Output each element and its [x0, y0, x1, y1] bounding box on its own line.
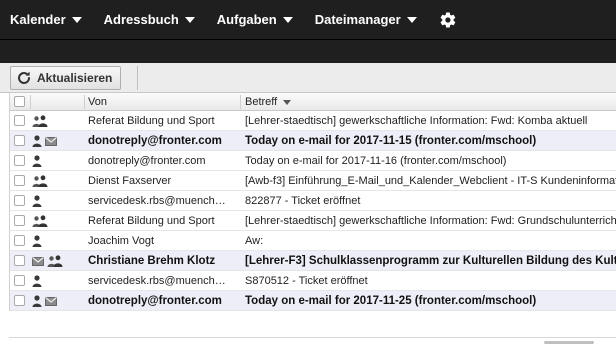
select-all-checkbox[interactable] — [14, 96, 25, 107]
message-subject: Today on e-mail for 2017-11-25 (fronter.… — [245, 295, 537, 307]
message-type-icons — [32, 114, 48, 128]
message-rows: Referat Bildung und Sport [Lehrer-staedti… — [10, 111, 616, 311]
row-checkbox[interactable] — [14, 195, 25, 206]
message-sender: Dienst Faxserver — [88, 175, 172, 187]
nav-dateimanager-label: Dateimanager — [314, 12, 401, 27]
row-checkbox[interactable] — [14, 295, 25, 306]
message-row[interactable]: Christiane Brehm Klotz [Lehrer-F3] Schulk… — [10, 251, 616, 271]
message-type-icons — [32, 274, 42, 288]
message-row[interactable]: donotreply@fronter.com Today on e-mail fo… — [10, 151, 616, 171]
refresh-icon — [18, 71, 30, 84]
message-subject: Today on e-mail for 2017-11-15 (fronter.… — [245, 135, 537, 147]
message-row[interactable]: Referat Bildung und Sport [Lehrer-staedti… — [10, 111, 616, 131]
chevron-down-icon — [282, 17, 293, 23]
message-subject: 822877 - Ticket eröffnet — [245, 195, 361, 207]
group-icon — [47, 255, 63, 267]
row-checkbox[interactable] — [14, 175, 25, 186]
envelope-icon — [45, 136, 57, 146]
column-divider — [84, 95, 85, 109]
message-subject: Today on e-mail for 2017-11-16 (fronter.… — [245, 155, 507, 167]
sub-header-bar — [0, 40, 616, 63]
message-row[interactable]: donotreply@fronter.com Today on e-mail fo… — [10, 291, 616, 311]
column-divider — [240, 95, 241, 109]
message-row[interactable]: Referat Bildung und Sport [Lehrer-staedti… — [10, 211, 616, 231]
group-icon — [32, 115, 48, 127]
nav-adressbuch-label: Adressbuch — [103, 12, 179, 27]
message-sender: Referat Bildung und Sport — [88, 115, 215, 127]
row-checkbox[interactable] — [14, 215, 25, 226]
message-row[interactable]: servicedesk.rbs@muench… S870512 - Ticket … — [10, 271, 616, 291]
message-subject: Aw: — [245, 235, 264, 247]
message-type-icons — [32, 254, 63, 268]
nav-aufgaben-label: Aufgaben — [216, 12, 277, 27]
chevron-down-icon — [71, 17, 82, 23]
person-icon — [32, 295, 42, 307]
nav-kalender-label: Kalender — [10, 12, 66, 27]
message-type-icons — [32, 134, 57, 148]
message-type-icons — [32, 154, 42, 168]
person-icon — [32, 235, 42, 247]
message-row[interactable]: servicedesk.rbs@muench… 822877 - Ticket e… — [10, 191, 616, 211]
person-icon — [32, 275, 42, 287]
message-list: Von Betreff Referat Bildung und Sport [Le… — [9, 93, 616, 311]
message-sender: Referat Bildung und Sport — [88, 215, 215, 227]
group-icon — [32, 175, 48, 187]
column-header-from[interactable]: Von — [88, 93, 238, 111]
message-sender: servicedesk.rbs@muench… — [88, 195, 226, 207]
refresh-button[interactable]: Aktualisieren — [10, 66, 122, 90]
row-checkbox[interactable] — [14, 115, 25, 126]
group-icon — [32, 215, 48, 227]
person-icon — [32, 195, 42, 207]
message-subject: S870512 - Ticket eröffnet — [245, 275, 368, 287]
message-sender: donotreply@fronter.com — [88, 135, 222, 147]
column-divider — [30, 95, 31, 109]
toolbar-divider — [137, 66, 138, 90]
message-type-icons — [32, 294, 57, 308]
nav-adressbuch[interactable]: Adressbuch — [104, 12, 195, 27]
envelope-icon — [32, 256, 44, 266]
message-sender: Christiane Brehm Klotz — [88, 255, 216, 267]
gear-icon[interactable] — [439, 11, 457, 29]
message-subject: [Lehrer-F3] Schulklassenprogramm zur Kul… — [245, 255, 616, 267]
list-footer — [9, 337, 616, 358]
row-checkbox[interactable] — [14, 255, 25, 266]
envelope-icon — [45, 296, 57, 306]
message-list-header: Von Betreff — [10, 93, 616, 111]
row-checkbox[interactable] — [14, 235, 25, 246]
person-icon — [32, 135, 42, 147]
message-row[interactable]: Joachim Vogt Aw: — [10, 231, 616, 251]
toolbar: Aktualisieren — [0, 63, 616, 93]
message-type-icons — [32, 194, 42, 208]
row-checkbox[interactable] — [14, 155, 25, 166]
nav-kalender[interactable]: Kalender — [10, 12, 82, 27]
nav-dateimanager[interactable]: Dateimanager — [315, 12, 417, 27]
refresh-button-label: Aktualisieren — [37, 71, 113, 85]
message-subject: [Awb-f3] Einführung_E-Mail_und_Kalender_… — [245, 175, 616, 187]
message-type-icons — [32, 174, 48, 188]
message-sender: donotreply@fronter.com — [88, 155, 206, 167]
sort-descending-icon — [283, 99, 292, 105]
horizontal-scrollbar[interactable] — [544, 341, 594, 344]
message-row[interactable]: Dienst Faxserver [Awb-f3] Einführung_E-Ma… — [10, 171, 616, 191]
message-subject: [Lehrer-staedtisch] gewerkschaftliche In… — [245, 215, 616, 227]
chevron-down-icon — [184, 17, 195, 23]
chevron-down-icon — [406, 17, 417, 23]
column-header-subject[interactable]: Betreff — [245, 93, 616, 111]
top-navigation-bar: Kalender Adressbuch Aufgaben Dateimanage… — [0, 0, 616, 40]
message-sender: Joachim Vogt — [88, 235, 155, 247]
nav-aufgaben[interactable]: Aufgaben — [217, 12, 293, 27]
row-checkbox[interactable] — [14, 135, 25, 146]
message-subject: [Lehrer-staedtisch] gewerkschaftliche In… — [245, 115, 588, 127]
message-sender: donotreply@fronter.com — [88, 295, 222, 307]
message-type-icons — [32, 214, 48, 228]
message-sender: servicedesk.rbs@muench… — [88, 275, 226, 287]
row-checkbox[interactable] — [14, 275, 25, 286]
column-header-subject-label: Betreff — [245, 96, 278, 108]
person-icon — [32, 155, 42, 167]
message-row[interactable]: donotreply@fronter.com Today on e-mail fo… — [10, 131, 616, 151]
message-type-icons — [32, 234, 42, 248]
